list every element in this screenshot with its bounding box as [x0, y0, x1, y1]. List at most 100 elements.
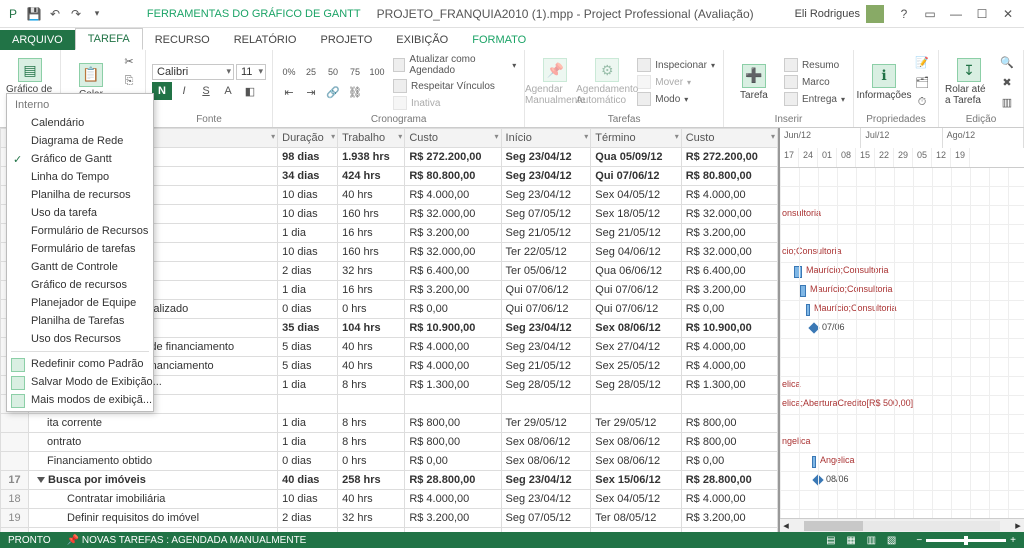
column-header[interactable]: Trabalho▾ — [338, 129, 405, 148]
task-cell[interactable]: R$ 32.000,00 — [681, 205, 777, 224]
task-cell[interactable]: 424 hrs — [338, 167, 405, 186]
view-menu-item[interactable]: Linha do Tempo — [7, 168, 153, 186]
view-menu-item[interactable]: Formulário de Recursos — [7, 222, 153, 240]
task-row[interactable]: 18Contratar imobiliária10 dias40 hrsR$ 4… — [1, 490, 778, 509]
gantt-row[interactable]: onsultoria — [780, 206, 1024, 225]
unlink-icon[interactable]: ⛓ — [345, 83, 365, 101]
gantt-row[interactable]: Angelica — [780, 453, 1024, 472]
task-cell[interactable]: Sex 08/06/12 — [591, 452, 681, 471]
task-cell[interactable]: Seg 07/05/12 — [501, 509, 591, 528]
column-header[interactable]: Custo▾ — [405, 129, 501, 148]
pct-100-icon[interactable]: 100 — [367, 63, 387, 81]
task-cell[interactable]: Qui 07/06/12 — [591, 300, 681, 319]
maximize-icon[interactable]: ☐ — [970, 4, 994, 24]
gantt-row[interactable] — [780, 225, 1024, 244]
task-cell[interactable]: Sex 18/05/12 — [591, 205, 681, 224]
task-cell[interactable]: 8 hrs — [338, 414, 405, 433]
gantt-h-scrollbar[interactable]: ◂▸ — [780, 518, 1024, 532]
auto-schedule-button[interactable]: ⚙Agendamento Automático — [583, 54, 631, 110]
task-cell[interactable]: R$ 28.800,00 — [405, 471, 501, 490]
column-header[interactable]: Início▾ — [501, 129, 591, 148]
find-icon[interactable]: 🔍 — [997, 53, 1017, 71]
task-cell[interactable]: R$ 3.200,00 — [681, 509, 777, 528]
task-cell[interactable]: 0 dias — [278, 300, 338, 319]
task-cell[interactable] — [405, 395, 501, 414]
zoom-control[interactable]: − + — [916, 535, 1016, 546]
task-cell[interactable]: R$ 0,00 — [681, 452, 777, 471]
view-menu-item[interactable]: Uso dos Recursos — [7, 330, 153, 348]
row-number[interactable]: 17 — [1, 471, 29, 490]
fill-color-icon[interactable]: ◧ — [240, 82, 260, 100]
user-area[interactable]: Eli Rodrigues — [795, 5, 884, 23]
task-cell[interactable]: Seg 23/04/12 — [501, 167, 591, 186]
task-cell[interactable]: 258 hrs — [338, 471, 405, 490]
tab-arquivo[interactable]: ARQUIVO — [0, 30, 75, 50]
task-cell[interactable]: R$ 4.000,00 — [405, 186, 501, 205]
tab-exibicao[interactable]: EXIBIÇÃO — [384, 30, 460, 50]
task-cell[interactable] — [501, 395, 591, 414]
task-cell[interactable] — [278, 395, 338, 414]
task-cell[interactable]: 8 hrs — [338, 433, 405, 452]
task-cell[interactable]: Qui 07/06/12 — [501, 281, 591, 300]
task-row[interactable]: ontrato1 dia8 hrsR$ 800,00Sex 08/06/12Se… — [1, 433, 778, 452]
tab-relatorio[interactable]: RELATÓRIO — [222, 30, 309, 50]
view-menu-item[interactable]: Gráfico de recursos — [7, 276, 153, 294]
task-cell[interactable]: 5 dias — [278, 357, 338, 376]
view-menu-item[interactable]: Gráfico de Gantt — [7, 150, 153, 168]
bold-button[interactable]: N — [152, 82, 172, 100]
task-cell[interactable]: 1 dia — [278, 281, 338, 300]
task-cell[interactable]: 0 hrs — [338, 300, 405, 319]
task-cell[interactable]: 0 dias — [278, 452, 338, 471]
task-cell[interactable]: 40 hrs — [338, 338, 405, 357]
task-cell[interactable]: 35 dias — [278, 319, 338, 338]
task-cell[interactable]: 40 hrs — [338, 186, 405, 205]
task-cell[interactable]: Seg 21/05/12 — [591, 224, 681, 243]
task-cell[interactable]: 98 dias — [278, 148, 338, 167]
gantt-row[interactable]: elica;AberturaCredito[R$ 500,00] — [780, 396, 1024, 415]
task-cell[interactable]: Qua 06/06/12 — [591, 262, 681, 281]
task-button[interactable]: ➕Tarefa — [730, 54, 778, 110]
gantt-row[interactable]: 07/06 — [780, 320, 1024, 339]
task-cell[interactable]: R$ 0,00 — [681, 300, 777, 319]
column-header[interactable]: Duração▾ — [278, 129, 338, 148]
view-menu-item[interactable]: Gantt de Controle — [7, 258, 153, 276]
task-cell[interactable]: 32 hrs — [338, 509, 405, 528]
task-cell[interactable]: R$ 4.000,00 — [681, 186, 777, 205]
task-cell[interactable]: R$ 4.000,00 — [681, 338, 777, 357]
column-header[interactable]: Término▾ — [591, 129, 681, 148]
task-cell[interactable]: R$ 3.200,00 — [681, 281, 777, 300]
task-cell[interactable]: Seg 23/04/12 — [501, 490, 591, 509]
view-menu-item[interactable]: Planilha de Tarefas — [7, 312, 153, 330]
deliverable-button[interactable]: Entrega▾ — [782, 91, 847, 107]
task-cell[interactable]: R$ 1.300,00 — [681, 376, 777, 395]
pct-75-icon[interactable]: 75 — [345, 63, 365, 81]
view-menu-item[interactable]: Formulário de tarefas — [7, 240, 153, 258]
task-cell[interactable]: Qui 07/06/12 — [591, 167, 681, 186]
task-cell[interactable]: Seg 21/05/12 — [501, 357, 591, 376]
task-cell[interactable]: Ter 05/06/12 — [501, 262, 591, 281]
task-cell[interactable]: Ter 22/05/12 — [501, 243, 591, 262]
task-cell[interactable]: R$ 800,00 — [681, 414, 777, 433]
task-cell[interactable]: R$ 32.000,00 — [405, 205, 501, 224]
task-cell[interactable]: R$ 272.200,00 — [681, 148, 777, 167]
task-cell[interactable]: R$ 1.300,00 — [405, 376, 501, 395]
task-cell[interactable]: Seg 23/04/12 — [501, 148, 591, 167]
task-cell[interactable]: 10 dias — [278, 490, 338, 509]
summary-button[interactable]: Resumo — [782, 57, 847, 73]
task-cell[interactable] — [591, 395, 681, 414]
task-cell[interactable]: 10 dias — [278, 243, 338, 262]
task-cell[interactable]: 1.938 hrs — [338, 148, 405, 167]
task-cell[interactable]: 34 dias — [278, 167, 338, 186]
minimize-icon[interactable]: — — [944, 4, 968, 24]
help-icon[interactable]: ? — [892, 4, 916, 24]
task-cell[interactable]: Qua 05/09/12 — [591, 148, 681, 167]
gantt-row[interactable]: ngelica — [780, 434, 1024, 453]
gantt-row[interactable]: Maurício;Consultoria — [780, 282, 1024, 301]
task-name-cell[interactable]: ita corrente — [29, 414, 278, 433]
task-cell[interactable]: R$ 4.000,00 — [405, 338, 501, 357]
gantt-body[interactable]: onsultoriacio;ConsultoriaMaurício;Consul… — [780, 168, 1024, 532]
update-scheduled-button[interactable]: Atualizar como Agendado▾ — [391, 53, 518, 77]
indent-icon[interactable]: ⇥ — [301, 83, 321, 101]
task-cell[interactable]: 1 dia — [278, 433, 338, 452]
task-cell[interactable]: Seg 23/04/12 — [501, 186, 591, 205]
